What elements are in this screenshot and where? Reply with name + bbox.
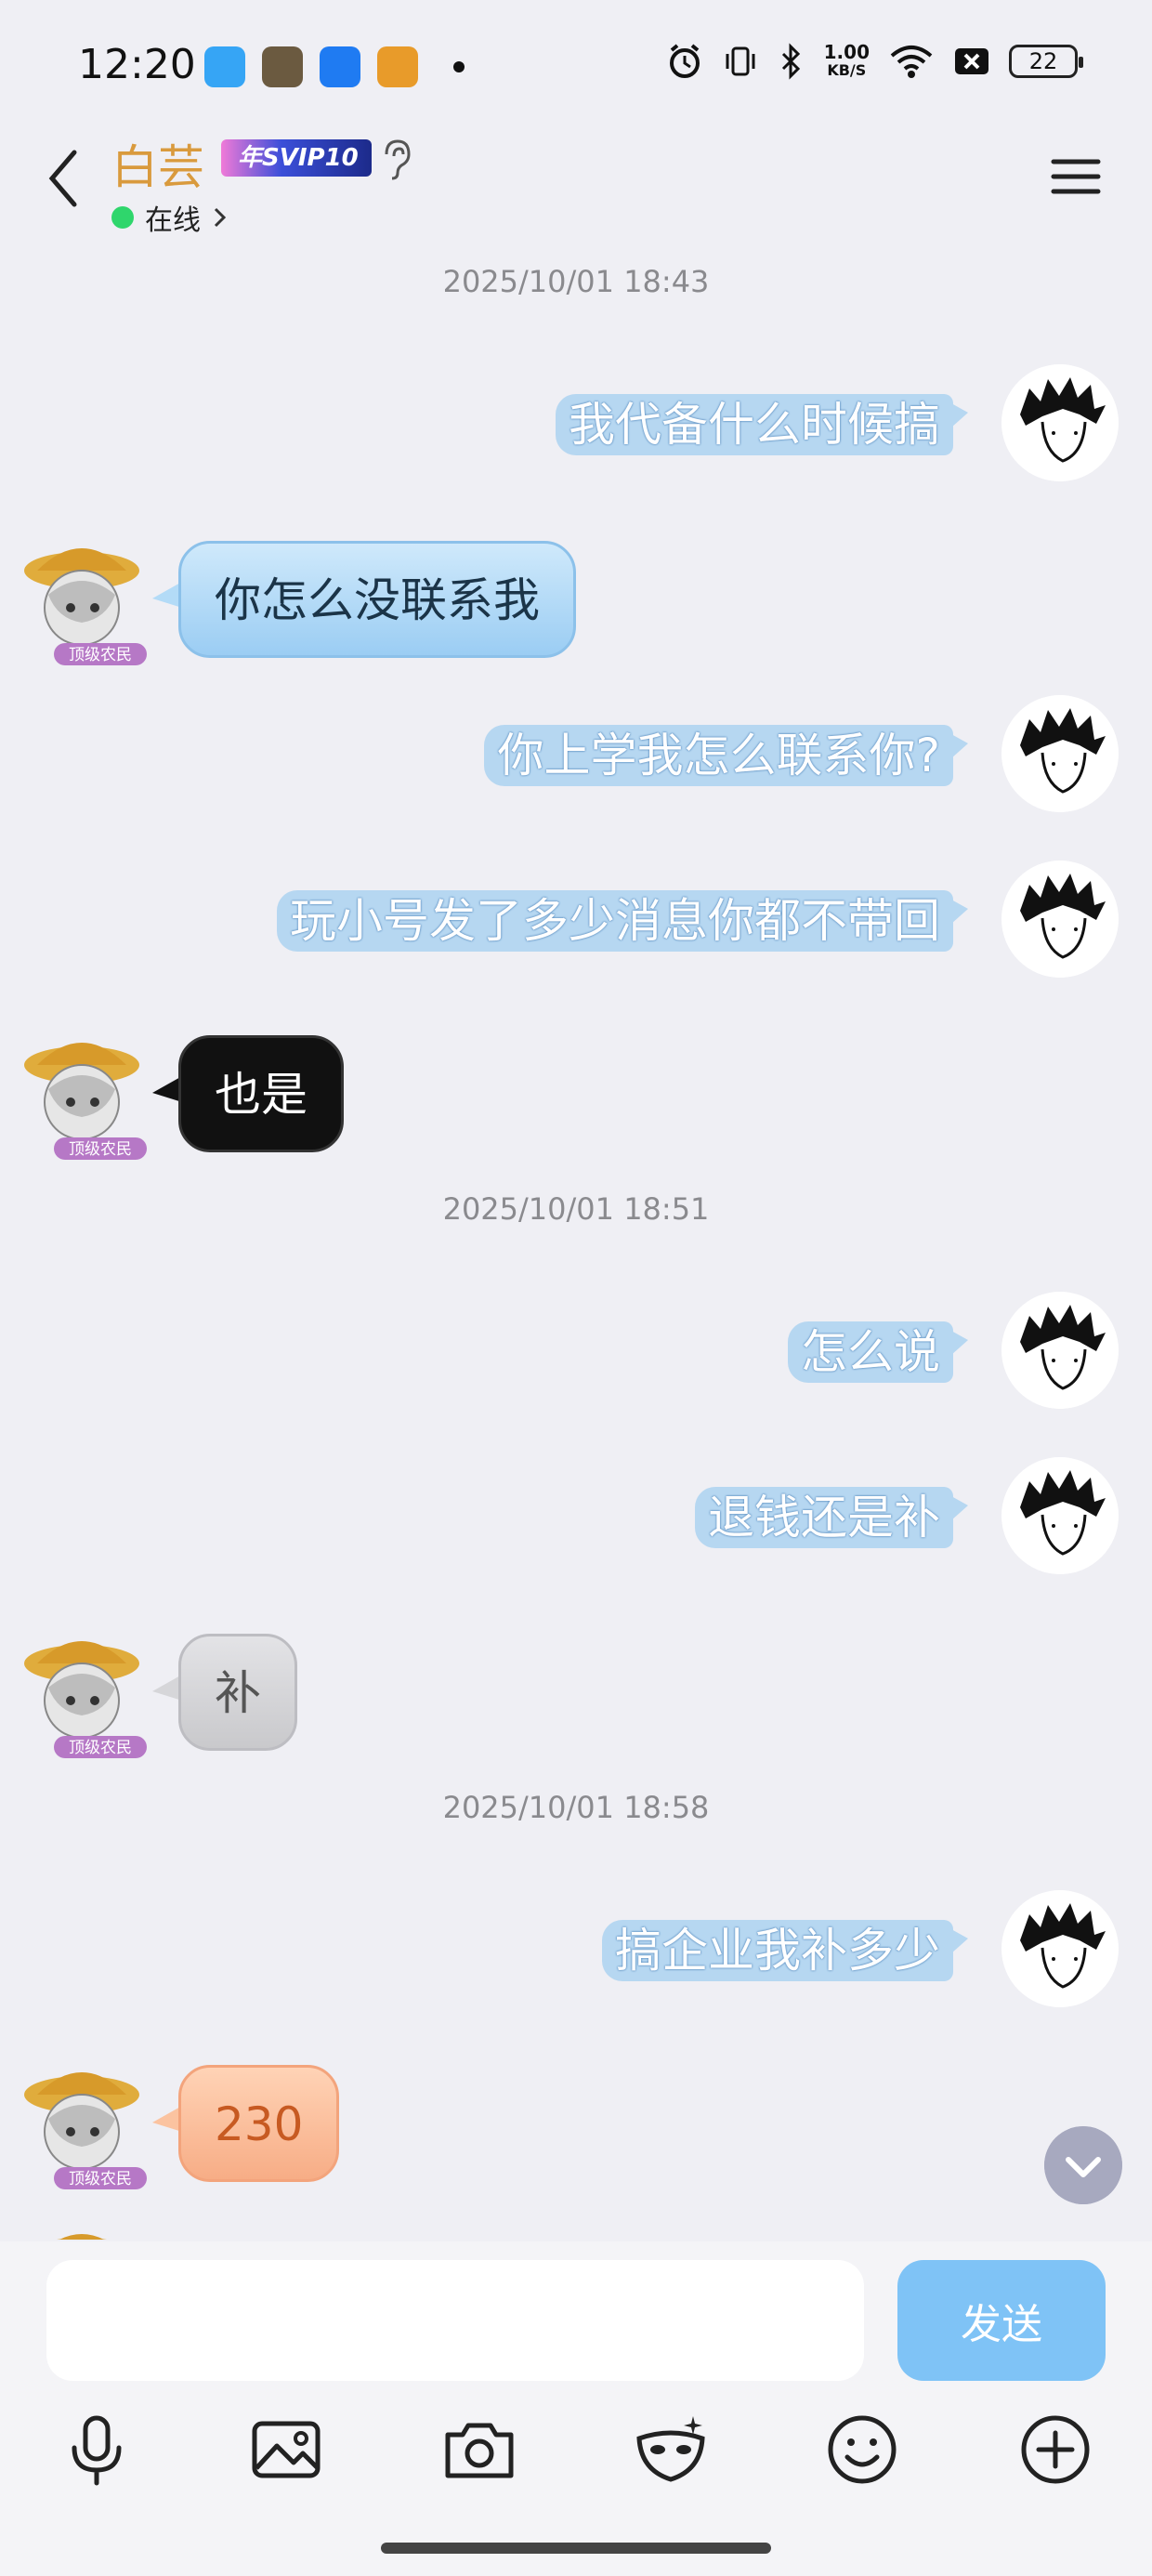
status-indicators: 1.00 KB/S 22 — [666, 43, 1083, 80]
hamburger-menu-icon[interactable] — [1048, 149, 1104, 204]
message-bubble[interactable]: 我代备什么时候搞 — [556, 394, 968, 455]
status-time: 12:20 — [78, 41, 196, 88]
app-notification-icon — [377, 46, 418, 87]
mask-icon[interactable] — [632, 2411, 710, 2489]
message-bubble[interactable]: 退钱还是补 — [695, 1487, 968, 1548]
message-bubble[interactable]: 玩小号发了多少消息你都不带回 — [277, 890, 968, 952]
app-notification-icon — [262, 46, 303, 87]
my-avatar[interactable] — [1001, 1890, 1119, 2007]
my-avatar[interactable] — [1001, 695, 1119, 812]
home-indicator[interactable] — [381, 2543, 771, 2554]
avatar-badge: 顶级农民 — [69, 2170, 132, 2188]
my-avatar[interactable] — [1001, 364, 1119, 481]
app-notification-icon — [320, 46, 360, 87]
message-bubble[interactable]: 你上学我怎么联系你? — [484, 725, 968, 786]
alarm-icon — [669, 44, 700, 78]
network-speed-unit: KB/S — [827, 61, 867, 79]
network-speed-value: 1.00 — [823, 41, 870, 63]
app-notification-icon — [204, 46, 245, 87]
chat-message-list[interactable]: 2025/10/01 18:43 我代备什么时候搞 顶级农民 你怎么没联系我 你… — [0, 242, 1152, 2240]
contact-avatar[interactable]: 顶级农民 — [17, 1024, 156, 1163]
status-bar: 12:20 1.00 KB/S 22 — [0, 0, 1152, 139]
image-icon[interactable] — [247, 2411, 325, 2489]
message-bubble[interactable]: 你怎么没联系我 — [178, 541, 576, 658]
more-notifications-dot — [453, 61, 465, 72]
my-avatar[interactable] — [1001, 1457, 1119, 1574]
avatar-badge: 顶级农民 — [69, 1739, 132, 1757]
message-bubble[interactable]: 搞企业我补多少 — [602, 1920, 968, 1981]
send-button[interactable]: 发送 — [897, 2260, 1106, 2381]
network-speed: 1.00 KB/S — [824, 43, 870, 80]
contact-avatar[interactable]: 顶级农民 — [17, 530, 156, 669]
chat-header: 白芸 年SVIP10 在线 — [0, 121, 1152, 242]
microphone-icon[interactable] — [58, 2411, 136, 2489]
contact-avatar[interactable] — [17, 2215, 156, 2240]
timestamp: 2025/10/01 18:51 — [442, 1191, 710, 1227]
composer-toolbar — [0, 2411, 1152, 2513]
timestamp: 2025/10/01 18:43 — [442, 264, 710, 299]
timestamp: 2025/10/01 18:58 — [442, 1790, 710, 1825]
back-arrow-icon[interactable] — [37, 141, 93, 216]
wifi-icon — [890, 46, 933, 78]
message-bubble[interactable]: 230 — [178, 2065, 340, 2182]
battery-indicator: 22 — [1009, 45, 1083, 78]
chevron-right-icon — [214, 207, 227, 228]
contact-avatar[interactable]: 顶级农民 — [17, 2054, 156, 2193]
message-bubble[interactable]: 怎么说 — [788, 1321, 968, 1383]
contact-avatar[interactable]: 顶级农民 — [17, 1623, 156, 1762]
vibrate-icon — [726, 46, 755, 76]
emoji-icon[interactable] — [823, 2411, 901, 2489]
message-bubble[interactable]: 也是 — [178, 1035, 344, 1152]
svip-badge: 年SVIP10 — [221, 139, 372, 177]
bluetooth-icon — [781, 43, 800, 80]
status-app-icons — [204, 46, 465, 87]
ear-icon[interactable] — [377, 138, 414, 182]
no-sim-icon — [955, 48, 988, 74]
presence-status[interactable]: 在线 — [111, 197, 229, 238]
plus-circle-icon[interactable] — [1016, 2411, 1094, 2489]
my-avatar[interactable] — [1001, 1292, 1119, 1409]
message-input[interactable] — [46, 2260, 864, 2381]
camera-icon[interactable] — [440, 2411, 518, 2489]
presence-label: 在线 — [145, 204, 201, 237]
message-bubble[interactable]: 补 — [178, 1634, 297, 1751]
avatar-badge: 顶级农民 — [69, 1140, 132, 1159]
my-avatar[interactable] — [1001, 861, 1119, 978]
online-dot-icon — [111, 206, 134, 229]
contact-name[interactable]: 白芸 — [111, 130, 204, 197]
message-composer: 发送 — [0, 2241, 1152, 2576]
avatar-badge: 顶级农民 — [69, 646, 132, 664]
scroll-to-bottom-button[interactable] — [1044, 2126, 1122, 2204]
